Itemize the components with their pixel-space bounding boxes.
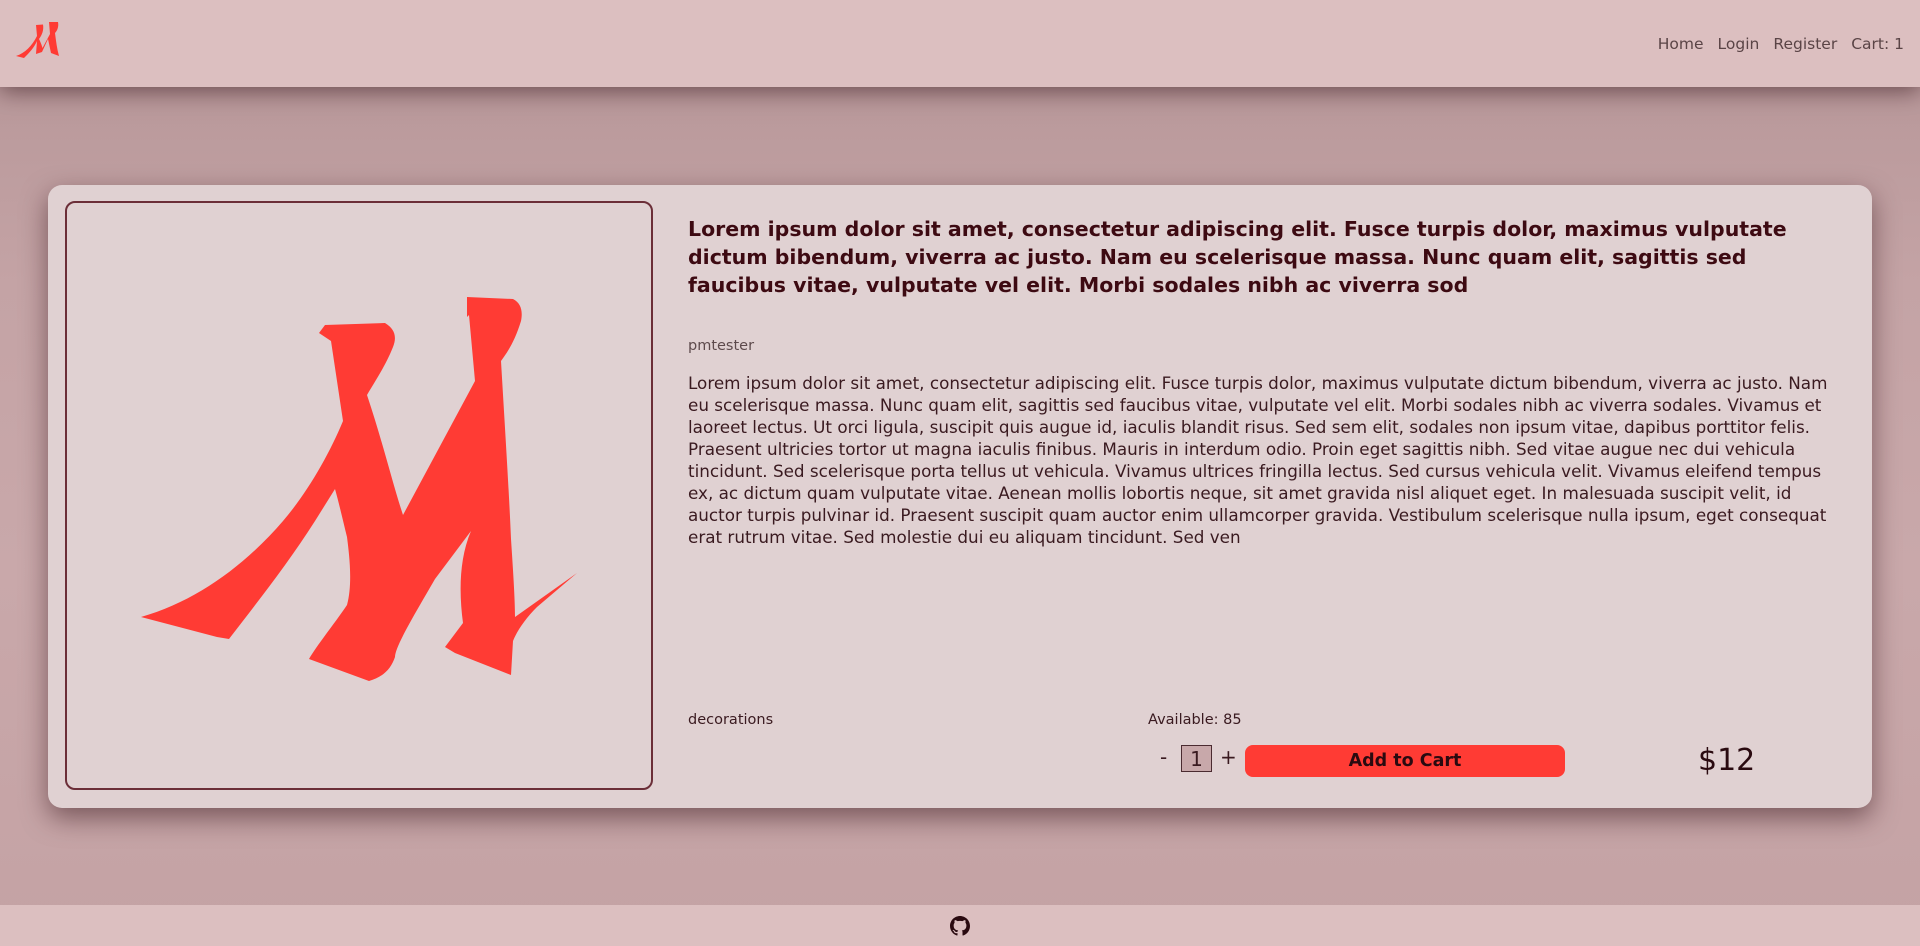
product-price: $12 <box>1698 743 1756 778</box>
nav-home-link[interactable]: Home <box>1658 35 1704 53</box>
quantity-increase-button[interactable]: + <box>1220 745 1237 769</box>
product-title: Lorem ipsum dolor sit amet, consectetur … <box>688 217 1787 297</box>
nav-register-link[interactable]: Register <box>1773 35 1837 53</box>
add-to-cart-button[interactable]: Add to Cart <box>1245 745 1565 777</box>
main-nav: Home Login Register Cart: 1 <box>1644 0 1904 87</box>
footer <box>0 905 1920 946</box>
nav-login-link[interactable]: Login <box>1718 35 1760 53</box>
product-description: Lorem ipsum dolor sit amet, consectetur … <box>688 373 1828 547</box>
brand-logo-icon[interactable] <box>14 18 64 62</box>
quantity-input[interactable] <box>1181 745 1212 772</box>
brand-logo-image <box>141 297 577 681</box>
product-category: decorations <box>688 712 774 728</box>
nav-cart-link[interactable]: Cart: 1 <box>1851 35 1904 53</box>
product-card: Lorem ipsum dolor sit amet, consectetur … <box>48 185 1872 808</box>
seller-name[interactable]: pmtester <box>688 338 754 354</box>
quantity-decrease-button[interactable]: - <box>1160 745 1167 769</box>
top-navbar: Home Login Register Cart: 1 <box>0 0 1920 87</box>
product-image <box>65 201 653 790</box>
github-icon[interactable] <box>950 916 970 936</box>
stock-available: Available: 85 <box>1148 712 1242 728</box>
